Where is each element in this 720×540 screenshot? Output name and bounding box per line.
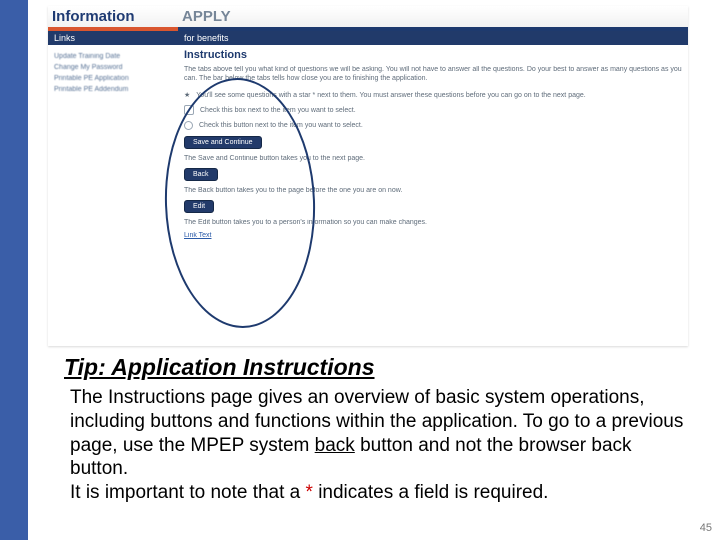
tip-title: Tip: Application Instructions	[64, 354, 375, 381]
star-icon: ★	[184, 91, 190, 99]
subheader-for-benefits: for benefits	[178, 31, 688, 45]
slide-left-bar	[0, 0, 28, 540]
tip-body: The Instructions page gives an overview …	[70, 386, 690, 505]
checkbox-icon[interactable]	[184, 105, 194, 115]
tip-back-word: back	[315, 435, 355, 456]
page-number: 45	[700, 522, 712, 534]
instructions-heading: Instructions	[184, 49, 682, 61]
radio-note: Check this button next to the item you w…	[199, 122, 363, 129]
header-information: Information	[48, 6, 178, 31]
save-note: The Save and Continue button takes you t…	[184, 155, 365, 162]
back-button[interactable]: Back	[184, 168, 218, 181]
sidebar-item[interactable]: Printable PE Addendum	[54, 84, 172, 95]
back-note: The Back button takes you to the page be…	[184, 187, 402, 194]
app-screenshot: Information APPLY Links for benefits Upd…	[48, 6, 688, 346]
edit-button[interactable]: Edit	[184, 200, 214, 213]
tip-body-3a: It is important to note that a	[70, 482, 306, 503]
sidebar-item[interactable]: Printable PE Application	[54, 73, 172, 84]
checkbox-note: Check this box next to the item you want…	[200, 107, 356, 114]
header-apply: APPLY	[178, 6, 688, 31]
sidebar-item[interactable]: Update Training Date	[54, 51, 172, 62]
intro-paragraph: The tabs above tell you what kind of que…	[184, 65, 682, 83]
sidebar-item[interactable]: Change My Password	[54, 62, 172, 73]
star-note: You'll see some questions with a star * …	[196, 92, 585, 99]
edit-note: The Edit button takes you to a person's …	[184, 219, 427, 226]
tip-body-3b: indicates a field is required.	[313, 482, 549, 503]
link-text-example[interactable]: Link Text	[184, 232, 212, 239]
sidebar: Update Training Date Change My Password …	[48, 45, 178, 249]
radio-icon[interactable]	[184, 121, 193, 130]
required-star: *	[306, 482, 313, 503]
save-continue-button[interactable]: Save and Continue	[184, 136, 262, 149]
subheader-links: Links	[48, 31, 178, 45]
main-panel: Instructions The tabs above tell you wha…	[178, 45, 688, 249]
